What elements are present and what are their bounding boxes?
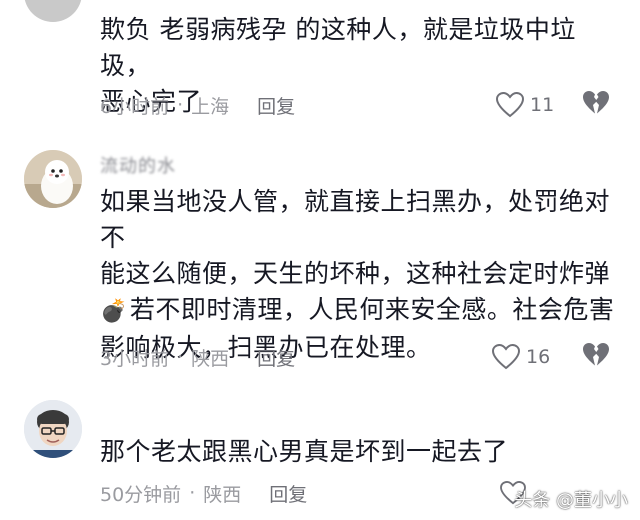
reply-button[interactable]: 回复 bbox=[257, 92, 295, 119]
separator-dot: · bbox=[177, 94, 184, 116]
comment-line: 欺负 老弱病残孕 的这种人，就是垃圾中垃圾， bbox=[100, 15, 576, 80]
comment-body: 如果当地没人管，就直接上扫黑办，处罚绝对不 能这么随便，天生的坏种，这种社会定时… bbox=[100, 184, 620, 366]
comment-line: 如果当地没人管，就直接上扫黑办，处罚绝对不 bbox=[100, 187, 611, 252]
comment-location: 陕西 bbox=[203, 483, 242, 506]
comment-location: 陕西 bbox=[191, 347, 230, 370]
bomb-emoji-icon: 💣 bbox=[100, 299, 128, 324]
reply-button[interactable]: 回复 bbox=[257, 344, 295, 371]
comment-line: 能这么随便，天生的坏种，这种社会定时炸弹 bbox=[100, 259, 611, 288]
comment-time: 50分钟前 bbox=[100, 483, 182, 506]
broken-heart-icon bbox=[583, 343, 609, 366]
avatar[interactable] bbox=[24, 150, 82, 208]
like-button[interactable]: 11 bbox=[496, 90, 554, 120]
comment-body: 那个老太跟黑心男真是坏到一起去了 bbox=[100, 434, 620, 470]
like-button[interactable]: 16 bbox=[492, 342, 550, 372]
username[interactable]: 流动的水 bbox=[100, 152, 176, 178]
comment-meta: 50分钟前 · 陕西 回复 bbox=[100, 478, 307, 508]
comment-time: 6小时前 bbox=[100, 95, 170, 118]
heart-outline-icon bbox=[496, 92, 524, 118]
heart-outline-icon bbox=[492, 344, 520, 370]
watermark-text: 头条 @董小小 bbox=[514, 490, 628, 511]
like-count: 16 bbox=[526, 346, 551, 368]
avatar[interactable] bbox=[24, 0, 82, 22]
comment-time: 3小时前 bbox=[100, 347, 170, 370]
dog-avatar-image bbox=[24, 150, 82, 208]
comment-meta: 3小时前 · 陕西 回复 bbox=[100, 342, 295, 372]
separator-dot: · bbox=[189, 482, 196, 504]
dislike-button[interactable] bbox=[582, 90, 612, 120]
broken-heart-icon bbox=[583, 91, 609, 114]
comment-line-text: 若不即时清理，人民何来安全感。社会危害 bbox=[129, 295, 615, 324]
like-count: 11 bbox=[530, 94, 555, 116]
comment-line: 💣若不即时清理，人民何来安全感。社会危害 bbox=[100, 292, 620, 330]
comment-location: 上海 bbox=[191, 95, 230, 118]
person-avatar-image bbox=[24, 400, 82, 458]
avatar[interactable] bbox=[24, 400, 82, 458]
dislike-button[interactable] bbox=[582, 342, 612, 372]
comment-meta: 6小时前 · 上海 回复 bbox=[100, 90, 295, 120]
comment-line: 那个老太跟黑心男真是坏到一起去了 bbox=[100, 437, 509, 466]
reply-button[interactable]: 回复 bbox=[269, 480, 307, 507]
watermark: 头条 @董小小 bbox=[514, 486, 628, 512]
separator-dot: · bbox=[177, 346, 184, 368]
